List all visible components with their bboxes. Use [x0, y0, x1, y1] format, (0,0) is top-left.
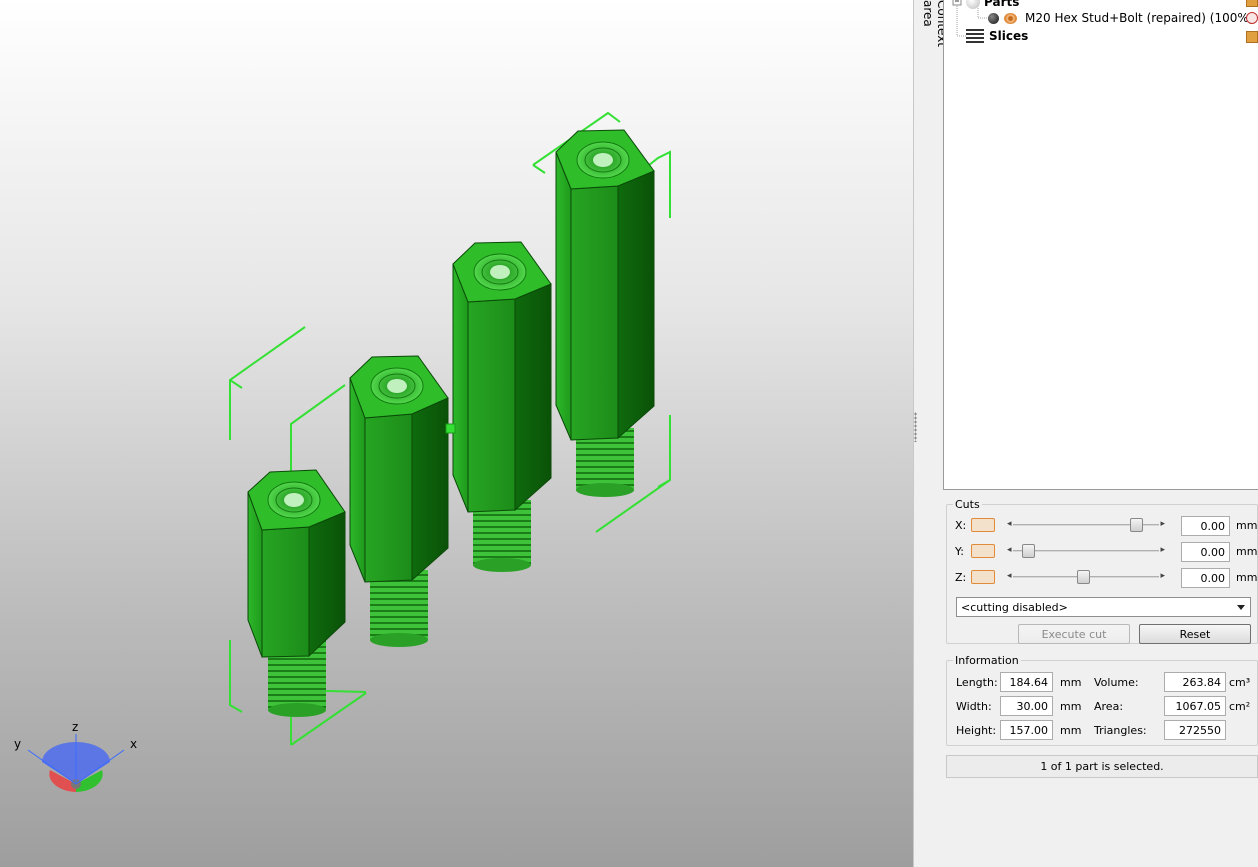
hex-stud-2	[349, 355, 449, 647]
visibility-eye-icon[interactable]	[1004, 12, 1017, 24]
triangles-label: Triangles:	[1094, 724, 1147, 737]
tree-item-part[interactable]: M20 Hex Stud+Bolt (repaired) (100%)	[988, 9, 1253, 27]
folder-icon[interactable]	[1246, 0, 1258, 7]
panel-splitter[interactable]	[913, 0, 943, 867]
area-label: Area:	[1094, 700, 1124, 713]
cut-x-toggle[interactable]	[971, 518, 995, 532]
height-value: 157.00	[1000, 720, 1053, 740]
chevron-down-icon	[1237, 605, 1245, 610]
reset-button[interactable]: Reset	[1139, 624, 1251, 644]
hex-stud-3	[452, 241, 552, 572]
volume-label: Volume:	[1094, 676, 1139, 689]
parts-group-icon	[966, 0, 980, 9]
cut-x-slider[interactable]: ◂ ▸	[1003, 516, 1169, 534]
width-label: Width:	[956, 700, 992, 713]
part-color-icon	[988, 12, 999, 24]
axis-gizmo	[27, 734, 125, 792]
arrow-left-icon[interactable]: ◂	[1007, 519, 1012, 529]
property-panel: Cuts X: ◂ ▸ 0.00 mm Y: ◂ ▸ 0.00 mm Z: ◂	[943, 490, 1258, 867]
arrow-right-icon[interactable]: ▸	[1160, 545, 1165, 555]
axis-label-x: x	[130, 737, 138, 751]
selection-handle	[445, 423, 456, 434]
triangles-value: 272550	[1164, 720, 1226, 740]
hex-stud-1	[247, 469, 346, 717]
cut-z-toggle[interactable]	[971, 570, 995, 584]
cut-x-input[interactable]: 0.00	[1181, 516, 1230, 536]
slider-thumb[interactable]	[1076, 570, 1090, 584]
volume-value: 263.84	[1164, 672, 1226, 692]
cut-z-slider[interactable]: ◂ ▸	[1003, 568, 1169, 586]
axis-label-y: y	[14, 737, 22, 751]
parts-tree[interactable]: Parts M20 Hex Stud+Bolt (repaired) (100%…	[943, 0, 1258, 490]
cut-y-slider[interactable]: ◂ ▸	[1003, 542, 1169, 560]
cut-y-toggle[interactable]	[971, 544, 995, 558]
width-value: 30.00	[1000, 696, 1053, 716]
hex-stud-4	[555, 129, 655, 497]
axis-label-z: z	[72, 720, 79, 734]
height-label: Height:	[956, 724, 997, 737]
area-value: 1067.05	[1164, 696, 1226, 716]
cut-row-z: Z: ◂ ▸ 0.00 mm	[943, 568, 1258, 588]
cut-z-input[interactable]: 0.00	[1181, 568, 1230, 588]
arrow-left-icon[interactable]: ◂	[1007, 571, 1012, 581]
arrow-right-icon[interactable]: ▸	[1160, 519, 1165, 529]
slider-thumb[interactable]	[1130, 518, 1144, 532]
selection-status: 1 of 1 part is selected.	[946, 755, 1258, 778]
execute-cut-button[interactable]: Execute cut	[1018, 624, 1130, 644]
arrow-right-icon[interactable]: ▸	[1160, 571, 1165, 581]
arrow-left-icon[interactable]: ◂	[1007, 545, 1012, 555]
cut-mode-select[interactable]: <cutting disabled>	[956, 597, 1251, 617]
splitter-grip-icon[interactable]	[914, 412, 917, 442]
length-label: Length:	[956, 676, 998, 689]
cut-row-x: X: ◂ ▸ 0.00 mm	[943, 516, 1258, 536]
remove-part-icon[interactable]	[1246, 12, 1258, 24]
cut-y-input[interactable]: 0.00	[1181, 542, 1230, 562]
context-area-tab[interactable]: Context area	[918, 0, 949, 70]
3d-viewport[interactable]: z y x	[0, 0, 913, 867]
slices-icon	[966, 29, 984, 43]
folder-icon[interactable]	[1246, 31, 1258, 43]
tree-item-slices[interactable]: Slices	[966, 27, 1028, 45]
slider-thumb[interactable]	[1022, 544, 1036, 558]
length-value: 184.64	[1000, 672, 1053, 692]
cut-row-y: Y: ◂ ▸ 0.00 mm	[943, 542, 1258, 562]
